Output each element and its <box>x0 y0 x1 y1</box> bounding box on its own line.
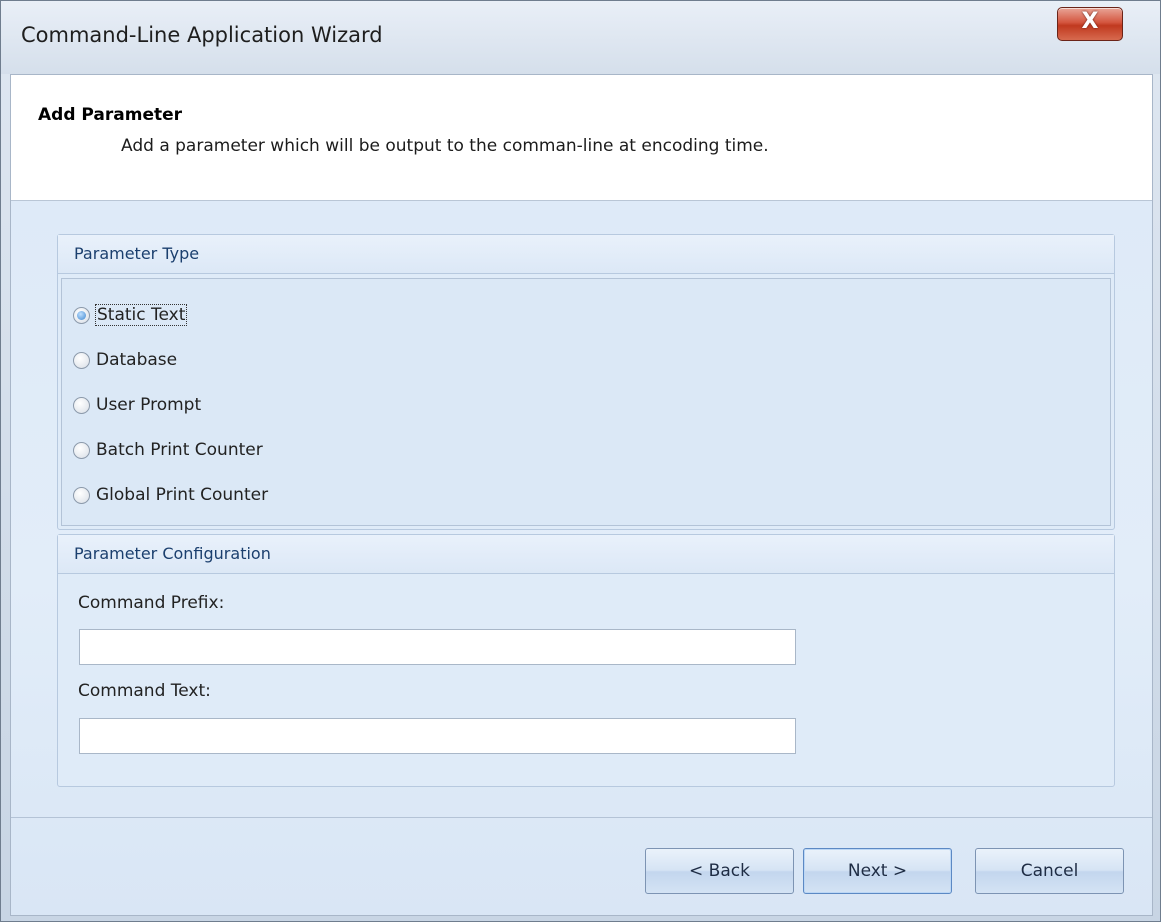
next-button[interactable]: Next > <box>803 848 952 894</box>
radio-button-icon[interactable] <box>73 486 90 504</box>
cancel-button[interactable]: Cancel <box>975 848 1124 894</box>
wizard-header: Add Parameter Add a parameter which will… <box>11 75 1152 201</box>
radio-label-static-text[interactable]: Static Text <box>94 304 188 326</box>
radio-batch-print-counter[interactable]: Batch Print Counter <box>73 436 263 464</box>
radio-global-print-counter[interactable]: Global Print Counter <box>73 481 268 509</box>
parameter-configuration-group: Parameter Configuration Command Prefix: … <box>57 534 1115 787</box>
wizard-client-area: Add Parameter Add a parameter which will… <box>10 74 1153 916</box>
radio-button-checked-icon[interactable] <box>73 306 90 324</box>
radio-label-database[interactable]: Database <box>96 350 177 370</box>
window-title: Command-Line Application Wizard <box>21 23 383 47</box>
parameter-configuration-heading: Parameter Configuration <box>58 535 1114 574</box>
command-text-input[interactable] <box>79 718 796 754</box>
close-icon: X <box>1081 9 1099 34</box>
radio-button-icon[interactable] <box>73 441 90 459</box>
title-bar[interactable]: Command-Line Application Wizard X <box>1 1 1160 74</box>
command-prefix-label: Command Prefix: <box>78 593 225 613</box>
parameter-type-group: Parameter Type Static Text Database User… <box>57 234 1115 530</box>
command-prefix-input[interactable] <box>79 629 796 665</box>
radio-button-icon[interactable] <box>73 351 90 369</box>
wizard-window: Command-Line Application Wizard X Add Pa… <box>0 0 1161 922</box>
radio-user-prompt[interactable]: User Prompt <box>73 391 201 419</box>
page-description: Add a parameter which will be output to … <box>121 136 769 156</box>
parameter-type-heading: Parameter Type <box>58 235 1114 274</box>
footer-divider <box>11 817 1152 818</box>
parameter-type-body: Static Text Database User Prompt Batch P… <box>61 278 1111 526</box>
radio-label-batch-print-counter[interactable]: Batch Print Counter <box>96 440 263 460</box>
page-title: Add Parameter <box>38 105 183 125</box>
radio-button-icon[interactable] <box>73 396 90 414</box>
close-button[interactable]: X <box>1057 7 1123 41</box>
radio-label-user-prompt[interactable]: User Prompt <box>96 395 201 415</box>
radio-static-text[interactable]: Static Text <box>73 301 188 329</box>
command-text-label: Command Text: <box>78 681 211 701</box>
radio-label-global-print-counter[interactable]: Global Print Counter <box>96 485 268 505</box>
back-button[interactable]: < Back <box>645 848 794 894</box>
radio-database[interactable]: Database <box>73 346 177 374</box>
